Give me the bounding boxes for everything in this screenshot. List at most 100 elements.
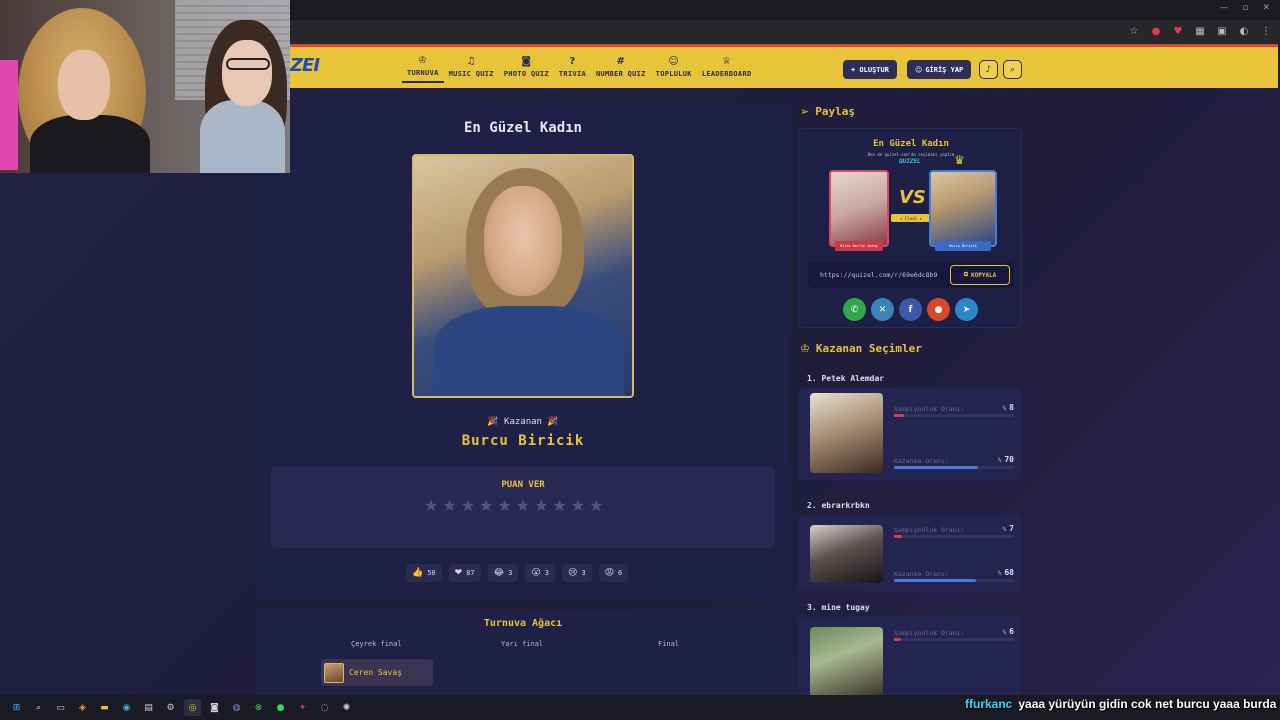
reaction-emoji-icon: 😂 bbox=[493, 568, 505, 578]
pick-title: 2. ebrarkrbkn bbox=[807, 501, 870, 510]
settings-icon[interactable]: ⚙ bbox=[162, 699, 179, 716]
xbox-icon[interactable]: ⊗ bbox=[250, 699, 267, 716]
nav-leaderboard[interactable]: ♕ LEADERBOARD bbox=[697, 51, 757, 83]
extension-icon[interactable]: ♥ bbox=[1172, 26, 1184, 38]
nav-label: PHOTO QUIZ bbox=[503, 70, 549, 78]
trophy-icon: ♔ bbox=[418, 55, 428, 66]
chat-user: ffurkanc bbox=[965, 697, 1013, 711]
champ-bar bbox=[894, 535, 1014, 538]
star-icon[interactable]: ★ bbox=[516, 498, 530, 514]
champ-bar-fill bbox=[894, 535, 903, 538]
win-value: % 68 bbox=[997, 568, 1014, 577]
edge-icon[interactable]: ◉ bbox=[118, 699, 135, 716]
nav-trivia[interactable]: ? TRIVIA bbox=[554, 51, 591, 83]
reaction-button[interactable]: 😢 3 bbox=[562, 564, 592, 582]
pick-body: Şampiyonluk Oranı: % 7 Kazanma Oranı: % 68 bbox=[798, 515, 1022, 591]
round-label-semi: Yarı final bbox=[501, 640, 544, 648]
minimize-icon[interactable]: — bbox=[1219, 3, 1228, 13]
reaction-emoji-icon: ❤ bbox=[454, 568, 463, 578]
star-icon[interactable]: ★ bbox=[534, 498, 548, 514]
folder-icon[interactable]: ▬ bbox=[96, 699, 113, 716]
facebook-icon[interactable]: f bbox=[899, 298, 922, 321]
extension-icon[interactable]: ▦ bbox=[1194, 26, 1206, 38]
star-icon[interactable]: ★ bbox=[461, 498, 475, 514]
champ-bar-fill bbox=[894, 638, 902, 641]
maximize-icon[interactable]: ▫ bbox=[1242, 3, 1248, 13]
reaction-button[interactable]: ❤ 87 bbox=[448, 564, 481, 582]
crown-icon: ♕ bbox=[722, 56, 732, 67]
star-icon[interactable]: ★ bbox=[479, 498, 493, 514]
nav-label: NUMBER QUIZ bbox=[596, 70, 646, 78]
reaction-count: 3 bbox=[508, 569, 513, 577]
bookmark-star-icon[interactable]: ☆ bbox=[1128, 26, 1140, 38]
send-icon: ➢ bbox=[800, 105, 810, 118]
champ-value: % 7 bbox=[1002, 524, 1014, 533]
pick-item[interactable]: 2. ebrarkrbkn Şampiyonluk Oranı: % 7 Kaza… bbox=[798, 501, 1022, 597]
spotify-icon[interactable]: ● bbox=[272, 699, 289, 716]
nav-number-quiz[interactable]: # NUMBER QUIZ bbox=[591, 51, 651, 83]
reddit-icon[interactable]: ● bbox=[927, 298, 950, 321]
rating-stars: ★ ★ ★ ★ ★ ★ ★ ★ ★ ★ bbox=[424, 498, 603, 514]
close-icon[interactable]: ✕ bbox=[1262, 3, 1270, 13]
reaction-bar: 👍 50 ❤ 87 😂 3 😮 3 😢 3 😡 6 bbox=[406, 564, 629, 582]
star-icon[interactable]: ★ bbox=[497, 498, 511, 514]
pick-item[interactable]: 3. mine tugay Şampiyonluk Oranı: % 6 bbox=[798, 603, 1022, 697]
winners-heading-label: Kazanan Seçimler bbox=[815, 342, 922, 355]
question-icon: ? bbox=[569, 56, 576, 67]
reaction-button[interactable]: 😂 3 bbox=[487, 564, 519, 582]
reaction-button[interactable]: 👍 50 bbox=[406, 564, 442, 582]
store-icon[interactable]: ▤ bbox=[140, 699, 157, 716]
steam-icon[interactable]: ◌ bbox=[316, 699, 333, 716]
star-icon[interactable]: ★ bbox=[442, 498, 456, 514]
nav-music-quiz[interactable]: ♫ MUSIC QUIZ bbox=[444, 51, 499, 83]
bracket-entry[interactable]: Ceren Savaş bbox=[321, 659, 433, 686]
star-icon[interactable]: ★ bbox=[552, 498, 566, 514]
menu-icon[interactable]: ⋮ bbox=[1260, 26, 1272, 38]
discord-icon[interactable]: ◍ bbox=[228, 699, 245, 716]
chrome-icon[interactable]: ◎ bbox=[184, 699, 201, 716]
whatsapp-icon[interactable]: ✆ bbox=[843, 298, 866, 321]
x-icon[interactable]: ✕ bbox=[871, 298, 894, 321]
reaction-emoji-icon: 😮 bbox=[531, 568, 541, 578]
winner-photo bbox=[412, 154, 634, 398]
nav-turnuva[interactable]: ♔ TURNUVA bbox=[402, 51, 444, 83]
search-icon[interactable]: ⌕ bbox=[30, 699, 47, 716]
nav-topluluk[interactable]: ☺ TOPLULUK bbox=[651, 51, 697, 83]
widgets-icon[interactable]: ◈ bbox=[74, 699, 91, 716]
login-button[interactable]: ☺ GİRİŞ YAP bbox=[907, 60, 972, 79]
reaction-count: 3 bbox=[544, 569, 549, 577]
site-logo[interactable]: ZEI bbox=[290, 55, 320, 76]
star-icon[interactable]: ★ bbox=[589, 498, 603, 514]
telegram-icon[interactable]: ➤ bbox=[955, 298, 978, 321]
photo-face bbox=[484, 186, 562, 296]
camera-icon[interactable]: ◙ bbox=[206, 699, 223, 716]
star-icon[interactable]: ★ bbox=[424, 498, 438, 514]
reaction-button[interactable]: 😡 6 bbox=[598, 564, 629, 582]
copy-button[interactable]: ⧉ KOPYALA bbox=[950, 265, 1010, 285]
star-icon[interactable]: ★ bbox=[571, 498, 585, 514]
win-label: Kazanma Oranı: bbox=[894, 457, 949, 465]
pick-thumb bbox=[810, 393, 883, 473]
reaction-button[interactable]: 😮 3 bbox=[525, 564, 555, 582]
app-icon[interactable]: ✦ bbox=[294, 699, 311, 716]
task-view-icon[interactable]: ▭ bbox=[52, 699, 69, 716]
profile-icon[interactable]: ◐ bbox=[1238, 26, 1250, 38]
nav-photo-quiz[interactable]: ◙ PHOTO QUIZ bbox=[499, 51, 554, 83]
share-card-subtitle: Ben de quizel.com'da seçimimi yaptım bbox=[867, 152, 955, 157]
finalist-right: Burcu Biricik bbox=[929, 170, 997, 251]
bell-icon[interactable]: ♪ bbox=[979, 60, 998, 79]
streamer-1-body bbox=[30, 115, 150, 173]
share-card-logo: QUIZEL bbox=[899, 158, 921, 165]
start-icon[interactable]: ⊞ bbox=[8, 699, 25, 716]
search-icon[interactable]: ⌕ bbox=[1003, 60, 1022, 79]
create-button[interactable]: + OLUŞTUR bbox=[843, 60, 897, 79]
share-url[interactable]: https://quizel.com/r/69e6dc8b9 bbox=[820, 271, 947, 279]
extension-icon[interactable]: ● bbox=[1150, 26, 1162, 38]
pick-title: 1. Petek Alemdar bbox=[807, 374, 884, 383]
puzzle-icon[interactable]: ▣ bbox=[1216, 26, 1228, 38]
app-icon[interactable]: ✺ bbox=[338, 699, 355, 716]
webcam-overlay bbox=[0, 0, 290, 173]
champ-bar-fill bbox=[894, 414, 904, 417]
pick-item[interactable]: 1. Petek Alemdar Şampiyonluk Oranı: % 8 K… bbox=[798, 374, 1022, 486]
login-label: GİRİŞ YAP bbox=[925, 65, 964, 74]
